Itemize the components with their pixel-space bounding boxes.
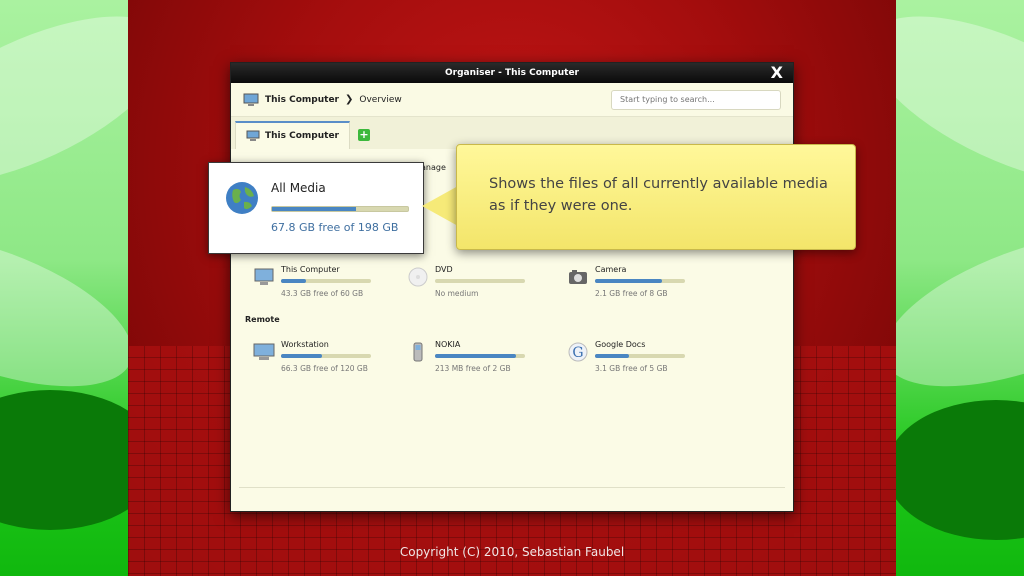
- breadcrumb-current[interactable]: Overview: [359, 95, 401, 105]
- tooltip-text: Shows the files of all currently availab…: [489, 176, 828, 214]
- tab-label: This Computer: [265, 131, 339, 141]
- device-name: This Computer: [281, 265, 340, 274]
- search-input[interactable]: [611, 89, 781, 110]
- left-backdrop: [0, 0, 128, 576]
- info-tooltip: Shows the files of all currently availab…: [456, 144, 856, 250]
- device-name: Workstation: [281, 340, 329, 349]
- capacity-fill: [595, 279, 662, 283]
- breadcrumb-separator-icon: ❯: [344, 94, 354, 105]
- capacity-bar: [595, 279, 685, 283]
- organiser-window: Organiser - This Computer X This Compute…: [230, 62, 794, 512]
- computer-icon: [243, 93, 259, 106]
- capacity-bar: [281, 354, 371, 358]
- titlebar: Organiser - This Computer X: [231, 63, 793, 83]
- capacity-fill: [281, 354, 322, 358]
- google-icon: G: [568, 342, 588, 362]
- free-space: 3.1 GB free of 5 GB: [595, 364, 668, 373]
- all-media-title: All Media: [271, 181, 326, 195]
- globe-icon: [226, 182, 258, 214]
- dvd-icon: [408, 267, 428, 287]
- capacity-bar: [435, 354, 525, 358]
- free-space: 2.1 GB free of 8 GB: [595, 289, 668, 298]
- device-nokia[interactable]: NOKIA 213 MB free of 2 GB: [407, 340, 567, 384]
- device-name: NOKIA: [435, 340, 461, 349]
- capacity-bar: [281, 279, 371, 283]
- device-name: Google Docs: [595, 340, 646, 349]
- capacity-fill: [281, 279, 307, 283]
- tooltip-pointer: [422, 186, 458, 226]
- all-media-capacity-bar: [271, 206, 409, 212]
- computer-icon: [254, 268, 274, 285]
- device-name: DVD: [435, 265, 453, 274]
- device-workstation[interactable]: Workstation 66.3 GB free of 120 GB: [253, 340, 413, 384]
- window-title: Organiser - This Computer: [445, 68, 579, 78]
- device-this-computer[interactable]: This Computer 43.3 GB free of 60 GB: [253, 265, 413, 309]
- all-media-card[interactable]: All Media 67.8 GB free of 198 GB: [208, 162, 424, 254]
- capacity-bar: [595, 354, 685, 358]
- close-button[interactable]: X: [771, 63, 783, 83]
- svg-text:G: G: [572, 345, 583, 361]
- capacity-fill: [435, 354, 516, 358]
- capacity-fill: [272, 207, 357, 211]
- device-dvd[interactable]: DVD No medium: [407, 265, 567, 309]
- add-tab-button[interactable]: +: [357, 129, 370, 141]
- capacity-fill: [595, 354, 630, 358]
- tab-this-computer[interactable]: This Computer: [235, 121, 350, 149]
- manage-button[interactable]: anage: [421, 163, 446, 172]
- camera-icon: [569, 270, 587, 284]
- capacity-bar: [435, 279, 525, 283]
- breadcrumb-root[interactable]: This Computer: [265, 95, 339, 105]
- device-google-docs[interactable]: G Google Docs 3.1 GB free of 5 GB: [567, 340, 727, 384]
- computer-icon: [246, 130, 260, 141]
- navigation-bar: This Computer ❯ Overview: [231, 83, 793, 117]
- device-camera[interactable]: Camera 2.1 GB free of 8 GB: [567, 265, 727, 309]
- free-space: No medium: [435, 289, 479, 298]
- free-space: 43.3 GB free of 60 GB: [281, 289, 364, 298]
- device-name: Camera: [595, 265, 627, 274]
- status-bar: [239, 487, 785, 503]
- free-space: 213 MB free of 2 GB: [435, 364, 511, 373]
- workstation-icon: [253, 343, 275, 360]
- right-backdrop: [896, 0, 1024, 576]
- all-media-free-space: 67.8 GB free of 198 GB: [271, 221, 399, 234]
- remote-section-title: Remote: [245, 315, 280, 324]
- copyright-text: Copyright (C) 2010, Sebastian Faubel: [399, 545, 625, 559]
- phone-icon: [413, 342, 423, 362]
- free-space: 66.3 GB free of 120 GB: [281, 364, 368, 373]
